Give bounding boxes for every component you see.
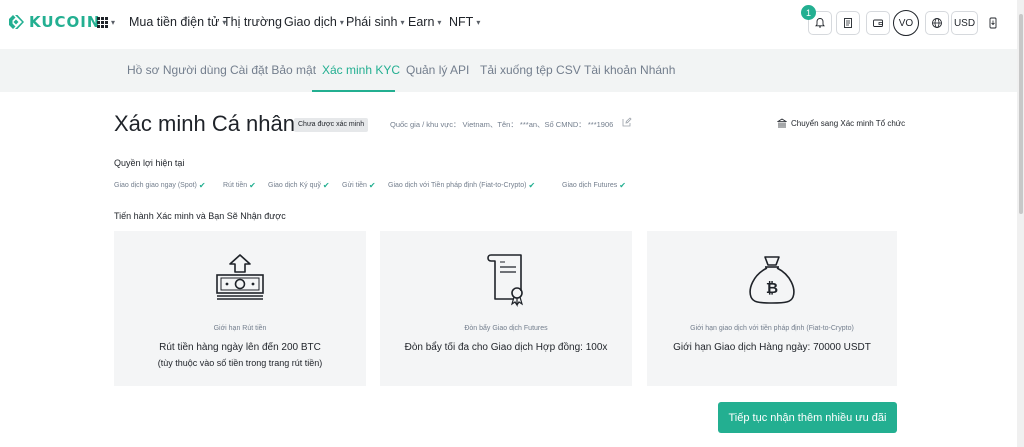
check-icon: ✔ <box>198 181 206 190</box>
benefit-card-fiat: ₿ Giới hạn giao dịch với tiền pháp định … <box>647 231 897 386</box>
benefit-label: Giao dịch Futures <box>562 182 618 189</box>
tab-kyc-verification[interactable]: Xác minh KYC <box>322 63 400 77</box>
brand-name: KUCOIN <box>29 13 101 31</box>
status-badge: Chưa được xác minh <box>294 118 369 132</box>
top-navigation: KUCOIN ▾ Mua tiền điện tử ▾ Thị trường G… <box>0 0 1024 46</box>
chevron-down-icon: ▾ <box>339 17 344 27</box>
nav-item-label: Mua tiền điện tử <box>129 15 220 29</box>
switch-to-institutional-link[interactable]: Chuyển sang Xác minh Tổ chức <box>777 118 905 128</box>
nav-item-label: NFT <box>449 15 474 29</box>
page-title: Xác minh Cá nhân <box>114 111 295 136</box>
nav-item-label: Thị trường <box>223 15 282 29</box>
benefit-label: Giao dịch Ký quỹ <box>268 182 321 189</box>
upgrade-benefits-title: Tiến hành Xác minh và Bạn Sẽ Nhận được <box>114 211 286 221</box>
chevron-down-icon: ▾ <box>111 18 116 27</box>
card-heading: Đòn bẩy tối đa cho Giao dịch Hợp đồng: 1… <box>404 342 608 353</box>
currency-label: USD <box>953 17 976 29</box>
notification-count-badge: 1 <box>801 5 816 20</box>
active-tab-indicator <box>312 90 395 92</box>
benefit-label: Rút tiền <box>223 182 248 189</box>
nav-item-markets[interactable]: Thị trường <box>223 15 282 29</box>
orders-icon <box>844 18 852 28</box>
globe-icon <box>932 18 942 28</box>
nav-item-label: Phái sinh <box>346 15 398 29</box>
benefit-item: Gửi tiền ✔ <box>342 181 376 190</box>
download-app-button[interactable] <box>982 11 1004 35</box>
tab-api-management[interactable]: Quản lý API <box>406 63 469 77</box>
card-note: (tùy thuộc vào số tiền trong trang rút t… <box>157 358 323 368</box>
benefit-item: Giao dịch giao ngay (Spot) ✔ <box>114 181 206 190</box>
current-rights-title: Quyền lợi hiện tại <box>114 158 185 168</box>
chevron-down-icon: ▾ <box>437 17 442 27</box>
tab-sub-accounts[interactable]: Tài khoản Nhánh <box>584 63 675 77</box>
page-scrollbar-thumb[interactable] <box>1019 14 1023 214</box>
svg-text:₿: ₿ <box>766 279 778 297</box>
download-icon <box>989 17 997 29</box>
benefit-label: Giao dịch giao ngay (Spot) <box>114 182 197 189</box>
card-caption: Giới hạn Rút tiền <box>213 325 267 332</box>
avatar-initials: VO <box>898 17 914 29</box>
switch-label: Chuyển sang Xác minh Tổ chức <box>791 118 906 128</box>
certificate-icon <box>487 254 524 307</box>
check-icon: ✔ <box>619 181 626 190</box>
identity-info: Quốc gia / khu vực： Vietnam、Tên： ***an、S… <box>390 120 614 129</box>
nav-item-buy-crypto[interactable]: Mua tiền điện tử ▾ <box>129 15 226 29</box>
tab-user-profile[interactable]: Hồ sơ Người dùng <box>127 63 227 77</box>
card-caption: Đòn bẩy Giao dịch Futures <box>464 325 548 332</box>
benefit-item: Rút tiền ✔ <box>223 181 256 190</box>
check-icon: ✔ <box>249 181 256 190</box>
nav-item-derivatives[interactable]: Phái sinh ▾ <box>346 15 404 29</box>
orders-button[interactable] <box>836 11 860 35</box>
bell-icon <box>815 18 825 28</box>
nav-item-trade[interactable]: Giao dịch ▾ <box>284 15 344 29</box>
benefit-item: Giao dịch với Tiền pháp định (Fiat-to-Cr… <box>388 181 535 190</box>
wallet-icon <box>873 19 883 27</box>
chevron-down-icon: ▾ <box>400 17 405 27</box>
kucoin-logo-icon <box>9 15 24 29</box>
card-heading: Giới hạn Giao dịch Hàng ngày: 70000 USDT <box>673 342 871 353</box>
nav-item-label: Giao dịch <box>284 15 337 29</box>
tab-security-settings[interactable]: Cài đặt Bảo mật <box>230 63 316 77</box>
check-icon: ✔ <box>322 181 330 190</box>
apps-grid-icon <box>97 17 108 28</box>
bank-icon <box>777 118 787 128</box>
account-subnav: Hồ sơ Người dùng Cài đặt Bảo mật Xác min… <box>0 49 1024 92</box>
benefit-card-withdraw: Giới hạn Rút tiền Rút tiền hàng ngày lên… <box>114 231 366 386</box>
check-icon: ✔ <box>368 181 376 190</box>
benefit-item: Giao dịch Futures ✔ <box>562 181 626 190</box>
nav-item-label: Earn <box>408 15 435 29</box>
benefit-label: Giao dịch với Tiền pháp định (Fiat-to-Cr… <box>388 182 527 189</box>
avatar[interactable]: VO <box>893 10 919 36</box>
nav-item-nft[interactable]: NFT ▾ <box>449 15 480 29</box>
tab-download-csv[interactable]: Tải xuống tệp CSV <box>480 63 581 77</box>
benefit-label: Gửi tiền <box>342 182 367 189</box>
withdraw-cash-icon <box>216 254 264 300</box>
continue-verification-button[interactable]: Tiếp tục nhận thêm nhiều ưu đãi <box>718 402 897 433</box>
benefit-item: Giao dịch Ký quỹ ✔ <box>268 181 330 190</box>
card-caption: Giới hạn giao dịch với tiền pháp định (F… <box>690 325 854 332</box>
assets-button[interactable] <box>866 11 890 35</box>
kucoin-logo[interactable]: KUCOIN <box>6 12 100 32</box>
card-heading: Rút tiền hàng ngày lên đến 200 BTC <box>159 342 321 353</box>
apps-menu-button[interactable]: ▾ <box>97 17 115 28</box>
chevron-down-icon: ▾ <box>476 17 481 27</box>
nav-item-earn[interactable]: Earn ▾ <box>408 15 441 29</box>
benefit-card-futures: Đòn bẩy Giao dịch Futures Đòn bẩy tối đa… <box>380 231 632 386</box>
check-icon: ✔ <box>528 181 536 190</box>
edit-icon[interactable] <box>622 117 632 127</box>
currency-selector[interactable]: USD <box>951 11 978 35</box>
bitcoin-bag-icon: ₿ <box>749 256 795 304</box>
language-button[interactable] <box>925 11 949 35</box>
